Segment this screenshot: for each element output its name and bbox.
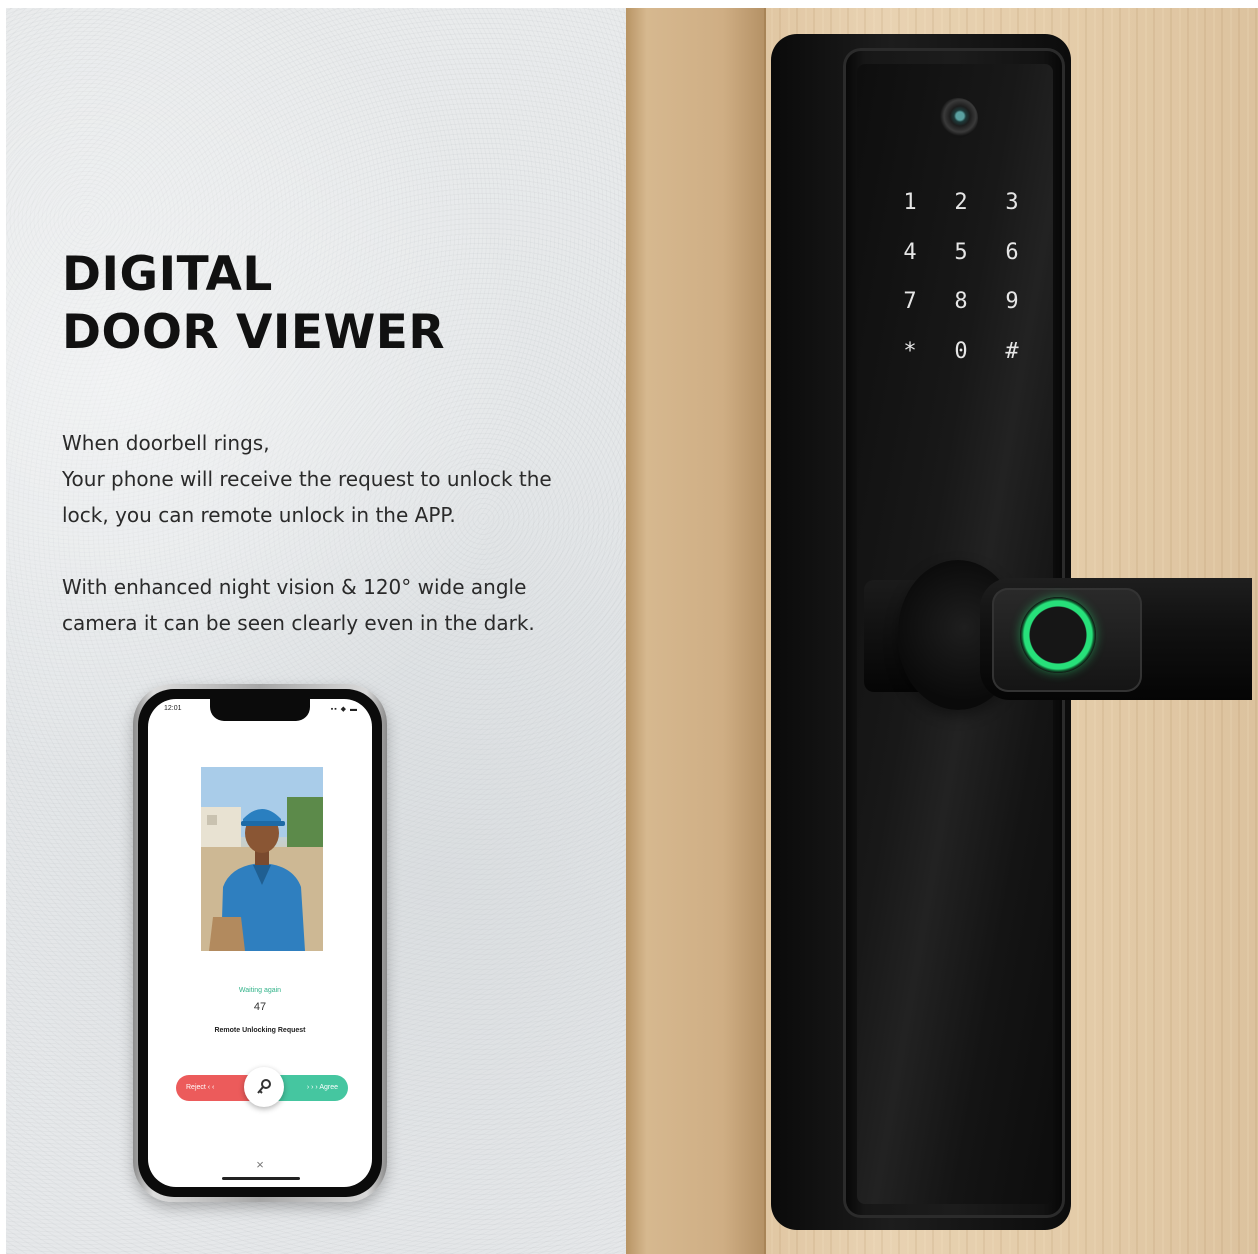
waiting-label: Waiting again bbox=[238, 987, 282, 994]
key-9[interactable]: 9 bbox=[992, 285, 1032, 319]
description-line: lock, you can remote unlock in the APP. bbox=[62, 503, 456, 527]
camera-lens-icon bbox=[938, 98, 978, 138]
key-2[interactable]: 2 bbox=[941, 186, 981, 220]
title-line-1: DIGITAL bbox=[62, 247, 273, 302]
remote-unlock-request-label: Remote Unlocking Request bbox=[214, 1027, 306, 1034]
description-line: When doorbell rings, bbox=[62, 431, 270, 455]
unlock-slider[interactable]: Reject ‹ ‹ › › › Agree bbox=[176, 1067, 348, 1107]
key-4[interactable]: 4 bbox=[890, 236, 930, 270]
visitor-illustration bbox=[201, 767, 323, 951]
description-line: camera it can be seen clearly even in th… bbox=[62, 611, 535, 635]
status-icons: ▪▪ ◆ ▬ bbox=[330, 706, 358, 713]
key-star[interactable]: * bbox=[890, 335, 930, 369]
key-5[interactable]: 5 bbox=[941, 236, 981, 270]
touch-keypad[interactable]: 1 2 3 4 5 6 7 8 9 * 0 # bbox=[876, 176, 1036, 376]
description-paragraph-1: When doorbell rings, Your phone will rec… bbox=[62, 425, 582, 533]
home-indicator bbox=[222, 1177, 300, 1180]
description-paragraph-2: With enhanced night vision & 120° wide a… bbox=[62, 569, 582, 641]
key-hash[interactable]: # bbox=[992, 335, 1032, 369]
countdown-value: 47 bbox=[253, 1001, 267, 1013]
phone-notch bbox=[210, 699, 310, 721]
key-icon bbox=[257, 1079, 271, 1094]
slider-knob[interactable] bbox=[244, 1067, 284, 1107]
key-7[interactable]: 7 bbox=[890, 285, 930, 319]
description-line: Your phone will receive the request to u… bbox=[62, 467, 552, 491]
phone-bezel: 12:01 ▪▪ ◆ ▬ Waiting again 47 Remote Unl… bbox=[138, 689, 382, 1197]
visitor-photo bbox=[201, 767, 323, 951]
close-button[interactable]: × bbox=[148, 1157, 372, 1172]
description-line: With enhanced night vision & 120° wide a… bbox=[62, 575, 527, 599]
title-line-2: DOOR VIEWER bbox=[62, 305, 446, 360]
key-3[interactable]: 3 bbox=[992, 186, 1032, 220]
key-0[interactable]: 0 bbox=[941, 335, 981, 369]
key-1[interactable]: 1 bbox=[890, 186, 930, 220]
key-8[interactable]: 8 bbox=[941, 285, 981, 319]
smartphone: 12:01 ▪▪ ◆ ▬ Waiting again 47 Remote Unl… bbox=[133, 684, 387, 1202]
page-title: DIGITAL DOOR VIEWER bbox=[62, 246, 445, 362]
key-6[interactable]: 6 bbox=[992, 236, 1032, 270]
door-edge bbox=[626, 8, 766, 1254]
fingerprint-sensor-icon[interactable] bbox=[1020, 597, 1096, 673]
status-time: 12:01 bbox=[164, 705, 182, 712]
phone-screen: 12:01 ▪▪ ◆ ▬ Waiting again 47 Remote Unl… bbox=[148, 699, 372, 1187]
